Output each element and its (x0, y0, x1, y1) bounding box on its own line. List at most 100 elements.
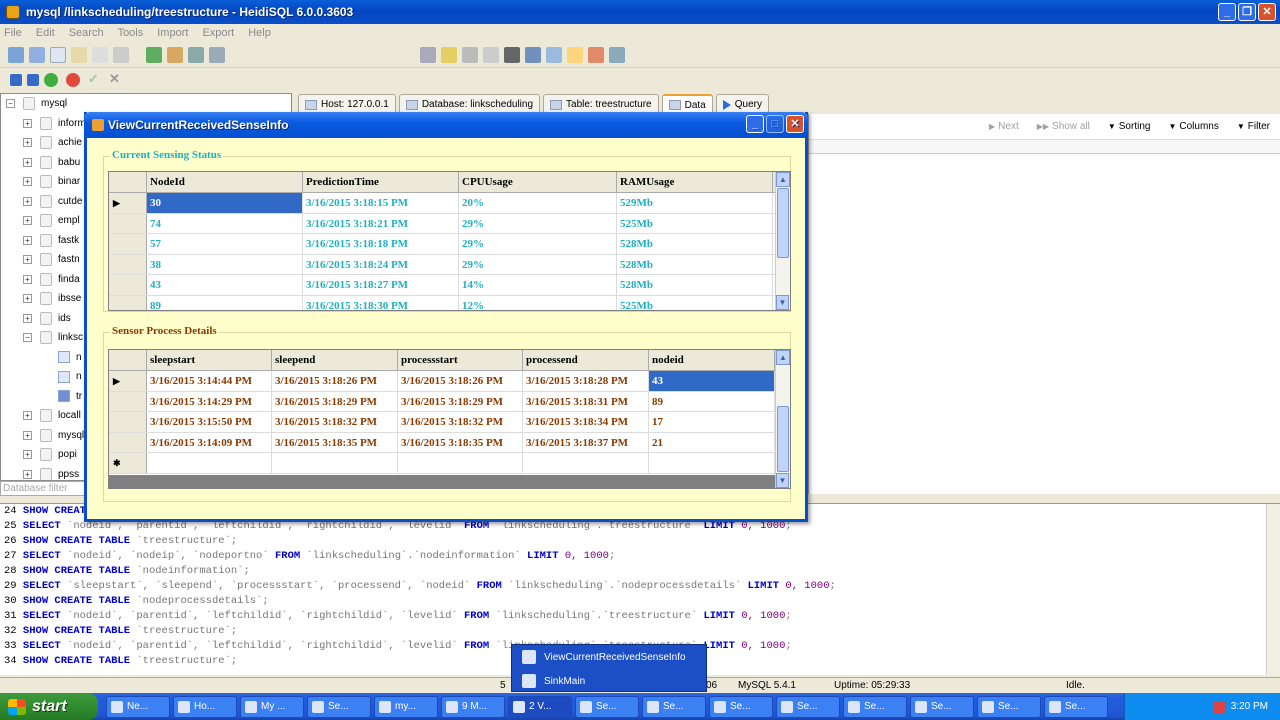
collapse-icon[interactable]: − (23, 333, 32, 343)
expand-icon[interactable]: + (23, 450, 32, 460)
popup-item-sinkmain[interactable]: SinkMain (512, 669, 706, 693)
table-cell[interactable]: 529Mb (617, 193, 773, 213)
tab-table[interactable]: Table: treestructure (543, 94, 659, 114)
table-cell[interactable]: 3/16/2015 3:14:44 PM (147, 371, 272, 391)
taskbar-button[interactable]: Se... (709, 695, 773, 718)
expand-icon[interactable]: + (23, 196, 32, 206)
table-row[interactable]: 3/16/2015 3:15:50 PM 3/16/2015 3:18:32 PM… (109, 412, 790, 433)
table-cell[interactable]: 89 (649, 391, 775, 412)
menu-help[interactable]: Help (248, 27, 271, 39)
table-cell[interactable]: 3/16/2015 3:18:21 PM (303, 213, 459, 234)
table-cell[interactable]: 30 (147, 193, 303, 213)
table-cell[interactable]: 14% (459, 275, 617, 295)
table-cell[interactable] (272, 453, 398, 473)
scroll-up-icon[interactable]: ▲ (776, 172, 790, 187)
table-cell[interactable]: 20% (459, 193, 617, 213)
expand-icon[interactable]: + (23, 157, 32, 167)
tab-database[interactable]: Database: linkscheduling (398, 94, 541, 114)
table-cell[interactable]: 3/16/2015 3:18:24 PM (303, 254, 459, 275)
taskbar-button[interactable]: Se... (843, 695, 907, 718)
taskbar-button[interactable]: Se... (776, 695, 840, 718)
last-record-icon[interactable] (27, 74, 39, 86)
user-manager-icon[interactable] (188, 46, 204, 63)
row-header[interactable] (109, 391, 147, 412)
table-cell[interactable]: 3/16/2015 3:18:35 PM (398, 432, 523, 453)
scroll-up-icon[interactable]: ▲ (776, 350, 790, 365)
taskbar-button[interactable]: Ne... (106, 695, 170, 718)
table-row[interactable]: ▶ 30 3/16/2015 3:18:15 PM 20% 529Mb (109, 193, 790, 214)
column-header[interactable]: sleepstart (147, 350, 272, 370)
column-header[interactable]: PredictionTime (303, 172, 459, 192)
dialog-title-bar[interactable]: ViewCurrentReceivedSenseInfo _ □ ✕ (84, 112, 808, 138)
column-header[interactable]: processend (523, 350, 649, 370)
table-cell[interactable]: 3/16/2015 3:18:32 PM (398, 412, 523, 432)
table-cell[interactable] (147, 453, 272, 473)
load-icon[interactable] (504, 46, 520, 63)
dialog-maximize-button[interactable]: □ (766, 115, 784, 133)
taskbar-button[interactable]: Se... (977, 695, 1041, 718)
scroll-thumb[interactable] (777, 188, 789, 258)
table-cell[interactable]: 3/16/2015 3:18:15 PM (303, 193, 459, 213)
table-row[interactable]: 57 3/16/2015 3:18:18 PM 29% 528Mb (109, 234, 790, 255)
export-icon[interactable] (167, 46, 183, 63)
filter-button[interactable]: ▼ Filter (1237, 121, 1270, 132)
table-cell[interactable]: 528Mb (617, 254, 773, 275)
insert-record-icon[interactable] (44, 73, 58, 87)
tab-host[interactable]: Host: 127.0.0.1 (298, 94, 396, 114)
sql-log-scrollbar[interactable] (1266, 504, 1280, 675)
taskbar-button[interactable]: 2 V... (508, 695, 572, 718)
reformat-icon[interactable] (546, 46, 562, 63)
dialog-close-button[interactable]: ✕ (786, 115, 804, 133)
table-cell[interactable]: 43 (147, 275, 303, 295)
row-header[interactable] (109, 295, 147, 310)
dialog-minimize-button[interactable]: _ (746, 115, 764, 133)
table-cell[interactable]: 528Mb (617, 234, 773, 254)
table-row[interactable]: 38 3/16/2015 3:18:24 PM 29% 528Mb (109, 254, 790, 276)
scroll-down-icon[interactable]: ▼ (776, 473, 789, 488)
column-header[interactable]: RAMUsage (617, 172, 773, 192)
table-cell[interactable]: 3/16/2015 3:18:35 PM (272, 432, 398, 453)
table-cell[interactable]: 3/16/2015 3:18:37 PM (523, 432, 649, 453)
expand-icon[interactable]: + (23, 469, 32, 479)
column-header[interactable]: CPUUsage (459, 172, 617, 192)
show-all-button[interactable]: ▶▶ Show all (1037, 121, 1090, 132)
tab-data[interactable]: Data (661, 94, 713, 114)
row-header[interactable] (109, 234, 147, 254)
sensor-process-grid[interactable]: sleepstart sleepend processstart processend… (108, 349, 791, 489)
taskbar-button[interactable]: My ... (240, 695, 304, 718)
table-row[interactable]: 43 3/16/2015 3:18:27 PM 14% 528Mb (109, 275, 790, 296)
table-cell[interactable]: 3/16/2015 3:18:34 PM (523, 412, 649, 432)
table-cell[interactable]: 38 (147, 254, 303, 275)
row-header[interactable]: ▶ (109, 193, 147, 213)
menu-file[interactable]: File (4, 27, 22, 39)
taskbar-button[interactable]: Se... (307, 695, 371, 718)
table-cell[interactable]: 17 (649, 412, 775, 432)
tray-icon[interactable] (1212, 700, 1225, 713)
first-record-icon[interactable] (10, 74, 22, 86)
table-row[interactable]: ▶ 3/16/2015 3:14:44 PM 3/16/2015 3:18:26 P… (109, 371, 790, 392)
table-cell[interactable]: 3/16/2015 3:18:31 PM (523, 391, 649, 412)
table-row[interactable]: 74 3/16/2015 3:18:21 PM 29% 525Mb (109, 213, 790, 235)
connect-icon[interactable] (8, 46, 24, 63)
table-cell[interactable]: 3/16/2015 3:18:29 PM (398, 391, 523, 412)
table-row[interactable]: 3/16/2015 3:14:29 PM 3/16/2015 3:18:29 PM… (109, 391, 790, 413)
minimize-button[interactable]: _ (1218, 3, 1236, 21)
table-cell[interactable]: 528Mb (617, 275, 773, 295)
run-query-icon[interactable] (420, 46, 436, 63)
table-cell[interactable]: 74 (147, 213, 303, 234)
expand-icon[interactable]: + (23, 235, 32, 245)
clear-icon[interactable] (588, 46, 604, 63)
table-cell[interactable]: 3/16/2015 3:18:26 PM (272, 371, 398, 391)
table-cell[interactable] (649, 453, 775, 473)
menu-edit[interactable]: Edit (36, 27, 55, 39)
save-as-icon[interactable] (483, 46, 499, 63)
row-header[interactable] (109, 432, 147, 453)
tab-query[interactable]: Query (715, 94, 769, 114)
cut-icon[interactable] (92, 46, 108, 63)
table-cell[interactable]: 3/16/2015 3:18:26 PM (398, 371, 523, 391)
menu-search[interactable]: Search (69, 27, 104, 39)
table-cell[interactable]: 3/16/2015 3:15:50 PM (147, 412, 272, 432)
expand-icon[interactable]: + (23, 274, 32, 284)
explain-icon[interactable] (525, 46, 541, 63)
taskbar-button[interactable]: Ho... (173, 695, 237, 718)
